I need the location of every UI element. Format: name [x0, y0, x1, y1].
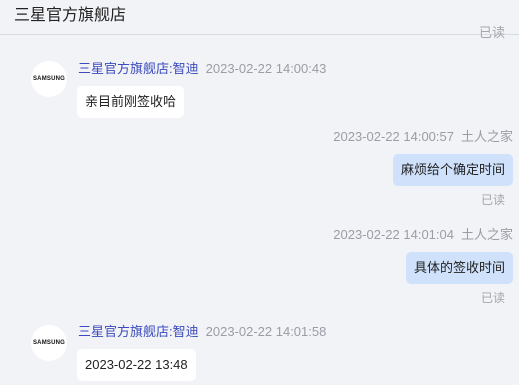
message-bubble[interactable]: 亲目前刚签收哈	[77, 86, 185, 118]
message-bubble[interactable]: 2023-02-22 13:48	[77, 349, 196, 381]
sender-name[interactable]: 三星官方旗舰店:智迪	[78, 61, 199, 76]
message-bubble[interactable]: 麻烦给个确定时间	[392, 154, 513, 186]
message-meta: 2023-02-22 14:00:57 土人之家	[333, 128, 513, 146]
message-time: 2023-02-22 14:01:04	[333, 227, 454, 242]
chat-title: 三星官方旗舰店	[14, 7, 127, 24]
message-meta: 三星官方旗舰店:智迪 2023-02-22 14:01:58	[78, 323, 326, 341]
message-time: 2023-02-22 14:01:58	[205, 324, 327, 339]
read-status-label: 已读	[480, 291, 505, 305]
message-meta: 2023-02-22 14:01:04 土人之家	[333, 226, 513, 244]
samsung-logo: SAMSUNG	[32, 340, 66, 346]
message-meta: 三星官方旗舰店:智迪 2023-02-22 14:00:43	[78, 60, 326, 78]
shop-avatar[interactable]: SAMSUNG	[31, 61, 67, 97]
sender-name: 土人之家	[460, 227, 513, 242]
message-bubble[interactable]: 具体的签收时间	[405, 252, 513, 284]
read-status-label: 已读	[480, 193, 505, 207]
sender-name: 土人之家	[460, 129, 513, 144]
chat-header: 三星官方旗舰店	[0, 0, 519, 35]
message-time: 2023-02-22 14:00:43	[205, 61, 327, 76]
shop-avatar[interactable]: SAMSUNG	[31, 325, 67, 361]
message-time: 2023-02-22 14:00:57	[333, 129, 454, 144]
samsung-logo: SAMSUNG	[32, 76, 66, 82]
sender-name[interactable]: 三星官方旗舰店:智迪	[78, 324, 199, 339]
read-status-label: 已读	[478, 25, 505, 40]
